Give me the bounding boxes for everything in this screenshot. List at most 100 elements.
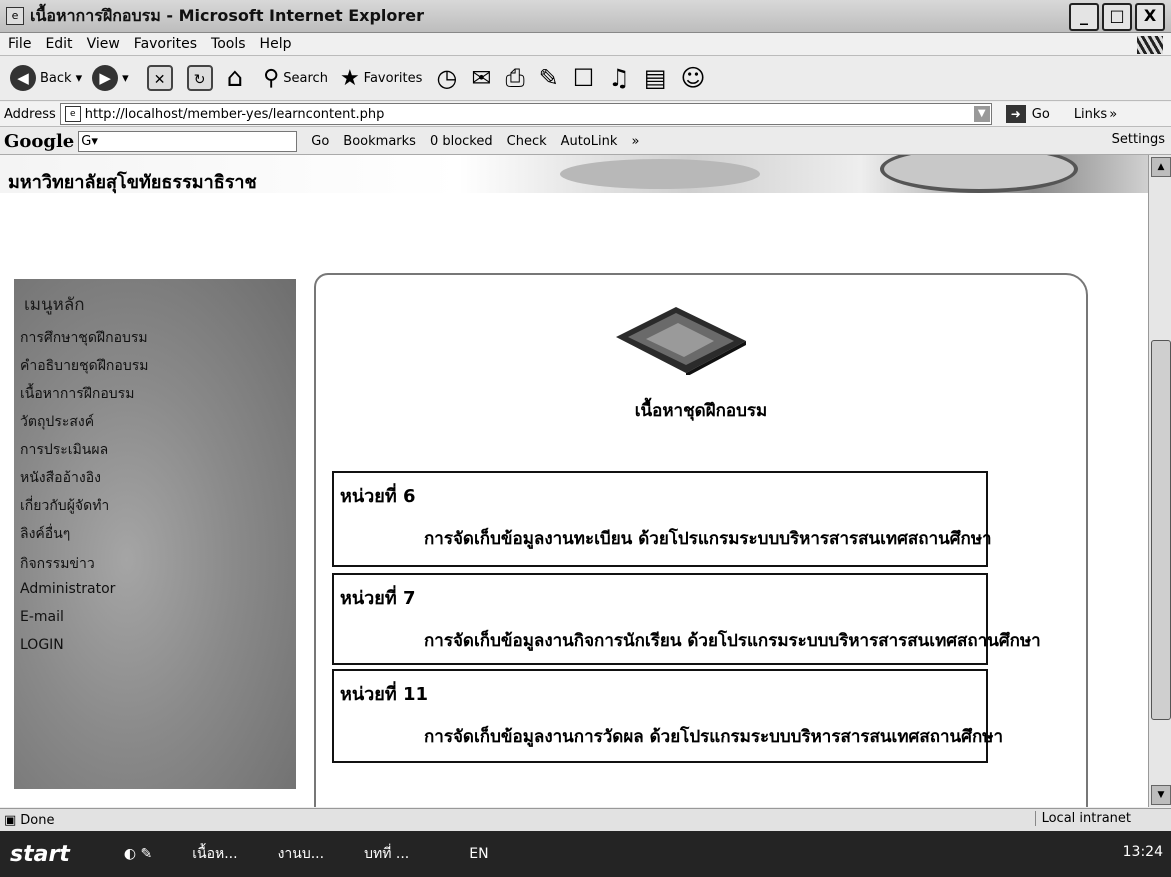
taskbar-item[interactable]: งานบ... [278,843,325,865]
bookmarks-button[interactable]: Bookmarks [343,134,416,149]
address-bar: Address e http://localhost/member-yes/le… [0,102,1171,127]
minimize-button[interactable]: _ [1069,3,1099,31]
search-label: Search [283,70,328,86]
unit-heading[interactable]: หน่วยที่ 7 [340,583,415,612]
menu-link[interactable]: คำอธิบายชุดฝึกอบรม [20,355,148,377]
home-button[interactable]: ⌂ [227,63,244,93]
vertical-scrollbar[interactable]: ▲ ▼ [1148,155,1171,807]
menu-link[interactable]: วัตถุประสงค์ [20,411,94,433]
back-arrow-icon: ◀ [10,65,36,91]
scrollbar-thumb[interactable] [1151,340,1171,720]
home-icon: ⌂ [226,63,244,93]
print-icon[interactable]: ⎙ [505,64,524,92]
menu-bar: File Edit View Favorites Tools Help [0,33,1171,56]
unit-box[interactable]: หน่วยที่ 11 การจัดเก็บข้อมูลงานการวัดผล … [332,669,1003,763]
page-done-icon: ▣ [4,812,17,828]
unit-description[interactable]: การจัดเก็บข้อมูลงานทะเบียน ด้วยโปรแกรมระ… [424,525,992,552]
maximize-button[interactable]: □ [1102,3,1132,31]
address-dropdown-icon[interactable]: ▼ [973,106,990,122]
content-title: เนื้อหาชุดฝึกอบรม [634,401,768,421]
start-button[interactable]: start [10,842,70,867]
banner-decoration [560,159,760,189]
title-bar: e เนื้อหาการฝึกอบรม - Microsoft Internet… [0,0,1171,33]
autolink-button[interactable]: AutoLink [561,134,618,149]
menu-file[interactable]: File [8,36,31,52]
menu-link[interactable]: หนังสืออ้างอิง [20,467,101,489]
menu-favorites[interactable]: Favorites [134,36,197,52]
language-indicator[interactable]: EN [469,846,488,862]
taskbar-item[interactable]: บทที่ ... [364,843,409,865]
unit-box[interactable]: หน่วยที่ 7 การจัดเก็บข้อมูลงานกิจการนักเ… [332,573,1041,665]
menu-edit[interactable]: Edit [45,36,72,52]
research-icon[interactable]: ▤ [644,64,667,92]
windows-logo-icon [1137,36,1163,54]
quick-launch-icon[interactable]: ◐ ✎ [124,846,152,862]
forward-arrow-icon: ▶ [92,65,119,91]
menu-link[interactable]: เนื้อหาการฝึกอบรม [20,383,134,405]
refresh-icon: ↻ [186,65,213,91]
menu-view[interactable]: View [87,36,120,52]
back-button[interactable]: ◀ Back ▾ [10,65,82,91]
menu-heading: เมนูหลัก [24,295,85,315]
close-button[interactable]: X [1135,3,1165,31]
menu-link[interactable]: Administrator [20,581,115,597]
search-button[interactable]: ⚲ Search [263,66,328,91]
chevron-down-icon: ▾ [75,70,83,86]
links-button[interactable]: Links [1074,107,1107,122]
go-arrow-icon[interactable]: ➜ [1005,105,1026,123]
menu-help[interactable]: Help [260,36,292,52]
google-settings-button[interactable]: Settings [1112,132,1165,147]
unit-heading[interactable]: หน่วยที่ 6 [340,481,415,510]
google-toolbar: Google G▾ Go Bookmarks 0 blocked Check A… [0,128,1171,155]
menu-link[interactable]: ลิงค์อื่นๆ [20,523,70,545]
address-input[interactable]: e http://localhost/member-yes/learnconte… [59,103,992,125]
unit-description[interactable]: การจัดเก็บข้อมูลงานกิจการนักเรียน ด้วยโป… [424,627,1041,654]
edit-icon[interactable]: ✎ [539,64,559,92]
google-search-input[interactable]: G▾ [78,130,298,152]
clock[interactable]: 13:24 [1123,844,1163,860]
menu-tools[interactable]: Tools [211,36,246,52]
favorites-button[interactable]: ★ Favorites [340,66,422,91]
google-logo[interactable]: Google [4,131,74,152]
unit-heading[interactable]: หน่วยที่ 11 [340,679,428,708]
content-panel: เนื้อหาชุดฝึกอบรม หน่วยที่ 6 การจัดเก็บข… [314,273,1088,807]
unit-description[interactable]: การจัดเก็บข้อมูลงานการวัดผล ด้วยโปรแกรมร… [424,723,1003,750]
ie-app-icon[interactable]: e [6,7,24,25]
menu-link[interactable]: กิจกรรมข่าว [20,553,95,575]
status-text: Done [20,812,55,828]
menu-link[interactable]: การศึกษาชุดฝึกอบรม [20,327,148,349]
menu-link[interactable]: การประเมินผล [20,439,108,461]
forward-button[interactable]: ▶ ▾ [92,65,129,91]
spell-check-button[interactable]: Check [507,134,547,149]
stop-button[interactable]: ✕ [146,65,173,91]
star-icon: ★ [339,65,360,91]
back-label: Back [40,70,72,86]
discuss-icon[interactable]: ☐ [573,64,595,92]
messenger-icon[interactable]: ♫ [608,64,630,92]
google-go-button[interactable]: Go [311,134,329,149]
chevron-right-icon[interactable]: » [1109,107,1117,122]
page-icon: e [64,106,81,122]
mail-icon[interactable]: ✉ [471,64,491,92]
taskbar-item[interactable]: เนื้อห... [192,843,237,865]
menu-link[interactable]: E-mail [20,609,64,625]
chevron-right-icon[interactable]: » [631,134,639,149]
people-icon[interactable]: ☺ [681,64,706,92]
ie-window: e เนื้อหาการฝึกอบรม - Microsoft Internet… [0,0,1171,877]
scroll-up-icon[interactable]: ▲ [1151,157,1171,177]
scroll-down-icon[interactable]: ▼ [1151,785,1171,805]
chevron-down-icon: ▾ [122,70,129,86]
page-viewport: มหาวิทยาลัยสุโขทัยธรรมาธิราช เมนูหลัก กา… [0,155,1148,807]
history-icon[interactable]: ◷ [436,64,457,92]
banner-decoration [880,155,1078,193]
main-menu-sidebar: เมนูหลัก การศึกษาชุดฝึกอบรม คำอธิบายชุดฝ… [14,279,296,789]
unit-box[interactable]: หน่วยที่ 6 การจัดเก็บข้อมูลงานทะเบียน ด้… [332,471,992,567]
menu-link[interactable]: เกี่ยวกับผู้จัดทำ [20,495,109,517]
refresh-button[interactable]: ↻ [186,65,213,91]
popup-blocked-button[interactable]: 0 blocked [430,134,493,149]
menu-link[interactable]: LOGIN [20,637,64,653]
go-button[interactable]: Go [1032,107,1050,122]
window-title: เนื้อหาการฝึกอบรม - Microsoft Internet E… [30,5,425,25]
standard-toolbar: ◀ Back ▾ ▶ ▾ ✕ ↻ ⌂ ⚲ Search ★ Favorites … [0,56,1171,101]
university-name: มหาวิทยาลัยสุโขทัยธรรมาธิราช [8,172,257,193]
